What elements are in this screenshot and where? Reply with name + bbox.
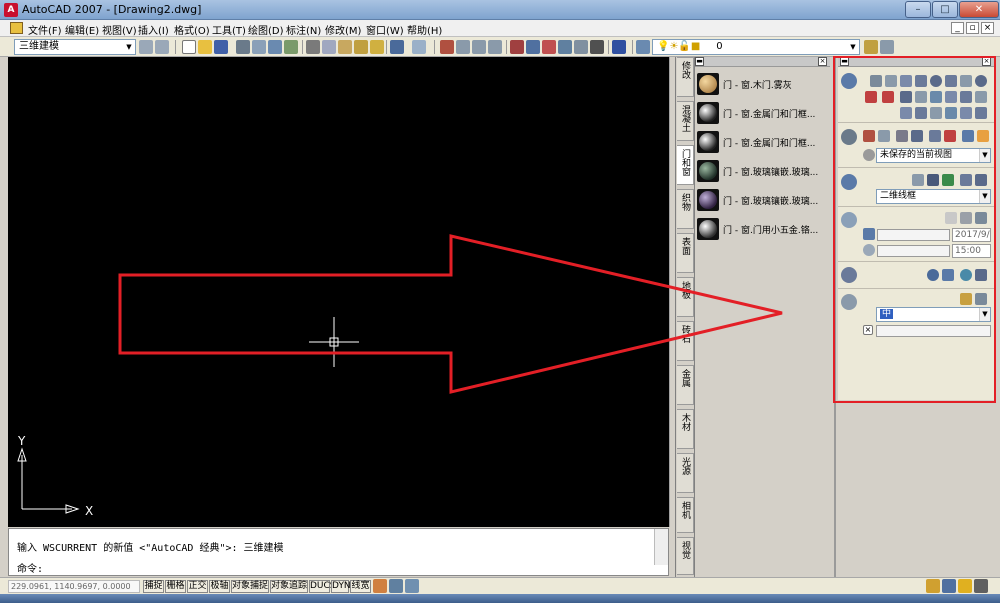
annotation-overlay: [118, 234, 783, 394]
autocad-window: A AutoCAD 2007 - [Drawing2.dwg] – □ ✕ 文件…: [0, 0, 1000, 603]
annotation-arrow: [118, 234, 783, 394]
